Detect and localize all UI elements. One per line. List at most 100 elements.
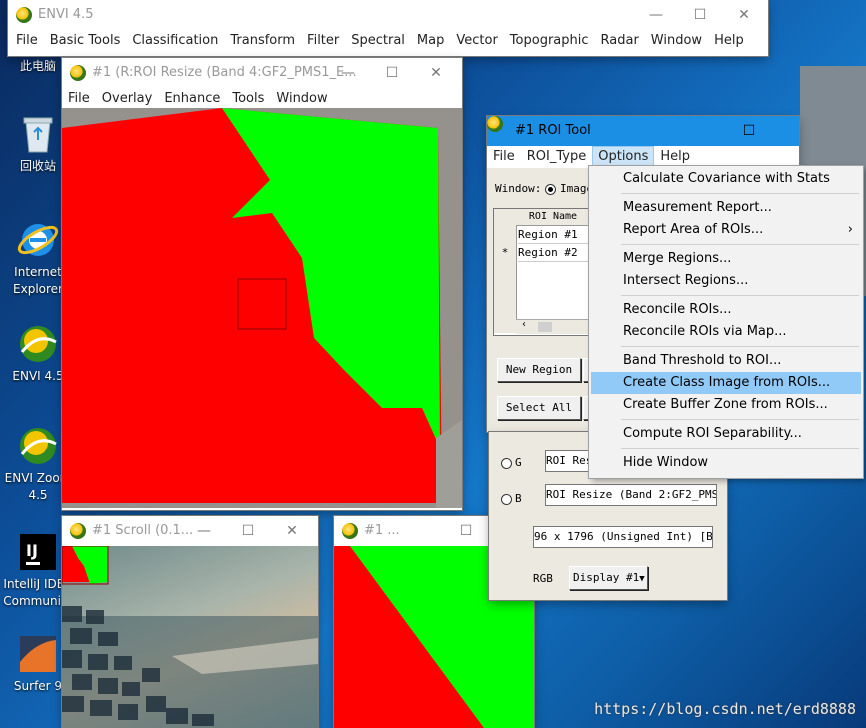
b-label: B xyxy=(515,492,522,505)
intellij-glyph: IJ xyxy=(16,530,60,574)
menu-roi-type[interactable]: ROI_Type xyxy=(521,146,592,168)
options-dropdown-menu: Calculate Covariance with Stats Measurem… xyxy=(589,166,863,478)
roi-table[interactable]: ROI Name Region #1 * Region #2 ‹ xyxy=(493,208,591,336)
roi-overlay xyxy=(62,108,462,508)
maximize-icon[interactable]: ☐ xyxy=(444,518,488,544)
image-window-menubar: File Overlay Enhance Tools Window xyxy=(62,88,462,110)
horizontal-scrollbar[interactable]: ‹ xyxy=(516,319,590,334)
maximize-icon[interactable]: ☐ xyxy=(226,518,270,544)
g-radio[interactable] xyxy=(501,458,512,469)
envi-app-icon xyxy=(70,65,86,81)
display-select[interactable]: Display #1▼ xyxy=(569,566,648,590)
menu-transform[interactable]: Transform xyxy=(224,30,301,52)
menu-map[interactable]: Map xyxy=(411,30,450,52)
scroll-left-icon[interactable]: ‹ xyxy=(522,319,526,330)
recycle-bin-glyph xyxy=(16,112,60,156)
this-pc-label: 此电脑 xyxy=(19,59,56,73)
surfer-glyph xyxy=(16,632,60,676)
menu-item-create-class-image[interactable]: Create Class Image from ROIs... xyxy=(591,372,861,394)
b-band-field[interactable]: ROI Resize (Band 2:GF2_PMS1_ xyxy=(545,484,717,506)
menu-overlay[interactable]: Overlay xyxy=(96,88,159,110)
menu-help[interactable]: Help xyxy=(708,30,750,52)
envi-zoom-glyph xyxy=(16,424,60,468)
menu-filter[interactable]: Filter xyxy=(301,30,345,52)
scroll-window-title: #1 Scroll (0.1... xyxy=(92,523,194,538)
minimize-icon[interactable]: — xyxy=(326,60,370,86)
image-window-titlebar: #1 (R:ROI Resize (Band 4:GF2_PMS1_E... —… xyxy=(62,58,462,88)
minimize-icon[interactable]: — xyxy=(182,518,226,544)
menu-basic-tools[interactable]: Basic Tools xyxy=(44,30,127,52)
menu-file[interactable]: File xyxy=(10,30,44,52)
menu-item-band-threshold[interactable]: Band Threshold to ROI... xyxy=(591,350,861,372)
envi-app-icon xyxy=(70,523,86,539)
menu-item-reconcile-rois[interactable]: Reconcile ROIs... xyxy=(591,299,861,321)
menu-item-hide-window[interactable]: Hide Window xyxy=(591,452,861,474)
b-radio[interactable] xyxy=(501,494,512,505)
minimize-icon[interactable]: — xyxy=(634,2,678,28)
menu-topographic[interactable]: Topographic xyxy=(504,30,595,52)
window-image-radio[interactable] xyxy=(545,184,556,195)
menu-radar[interactable]: Radar xyxy=(595,30,645,52)
menu-vector[interactable]: Vector xyxy=(450,30,503,52)
dropdown-arrow-icon: ▼ xyxy=(639,574,645,584)
close-icon[interactable]: ✕ xyxy=(270,518,314,544)
menu-item-calculate-covariance[interactable]: Calculate Covariance with Stats xyxy=(591,168,861,190)
report-area-label: Report Area of ROIs... xyxy=(623,222,764,237)
maximize-icon[interactable]: ☐ xyxy=(678,2,722,28)
menu-item-create-buffer-zone[interactable]: Create Buffer Zone from ROIs... xyxy=(591,394,861,416)
scroll-image xyxy=(62,546,318,728)
menu-separator xyxy=(621,244,859,245)
envi-main-window: ENVI 4.5 — ☐ ✕ File Basic Tools Classifica… xyxy=(8,0,768,56)
roi-tool-titlebar: #1 ROI Tool ☐ xyxy=(487,116,799,146)
image-display-window: #1 (R:ROI Resize (Band 4:GF2_PMS1_E... —… xyxy=(62,58,462,510)
scroll-window-titlebar: #1 Scroll (0.1... — ☐ ✕ xyxy=(62,516,318,546)
display-select-label: Display #1 xyxy=(573,571,640,584)
menu-item-measurement-report[interactable]: Measurement Report... xyxy=(591,197,861,219)
menu-help[interactable]: Help xyxy=(654,146,696,168)
menu-options[interactable]: Options xyxy=(592,146,655,168)
image-canvas[interactable] xyxy=(62,108,462,508)
roi-row-region-1[interactable]: Region #1 xyxy=(518,226,588,244)
row-marker: * xyxy=(501,246,509,259)
scroll-window: #1 Scroll (0.1... — ☐ ✕ xyxy=(62,516,318,728)
roi-tool-menubar: File ROI_Type Options Help xyxy=(487,146,799,168)
envi-main-menubar: File Basic Tools Classification Transform Fi… xyxy=(8,30,768,52)
envi-main-title: ENVI 4.5 xyxy=(38,7,94,22)
menu-enhance[interactable]: Enhance xyxy=(158,88,226,110)
menu-separator xyxy=(621,295,859,296)
row-marker xyxy=(494,226,516,243)
menu-file[interactable]: File xyxy=(487,146,521,168)
scroll-canvas[interactable] xyxy=(62,546,318,728)
menu-classification[interactable]: Classification xyxy=(126,30,224,52)
recycle-bin-label: 回收站 xyxy=(19,159,56,173)
roi-name-header: ROI Name xyxy=(516,209,590,226)
menu-window[interactable]: Window xyxy=(270,88,333,110)
ie-glyph xyxy=(16,218,60,262)
menu-item-report-area[interactable]: Report Area of ROIs... › xyxy=(591,219,861,241)
menu-file[interactable]: File xyxy=(62,88,96,110)
envi-app-icon xyxy=(487,116,503,132)
envi-app-icon xyxy=(16,7,32,23)
maximize-icon[interactable]: ☐ xyxy=(727,118,771,144)
menu-item-merge-regions[interactable]: Merge Regions... xyxy=(591,248,861,270)
maximize-icon[interactable]: ☐ xyxy=(370,60,414,86)
scroll-thumb[interactable] xyxy=(538,322,552,332)
g-band-field[interactable]: ROI Res xyxy=(545,450,591,472)
menu-separator xyxy=(621,448,859,449)
new-region-button[interactable]: New Region xyxy=(497,358,581,382)
menu-spectral[interactable]: Spectral xyxy=(345,30,411,52)
close-icon[interactable]: ✕ xyxy=(414,60,458,86)
menu-item-compute-separability[interactable]: Compute ROI Separability... xyxy=(591,423,861,445)
roi-row-region-2[interactable]: Region #2 xyxy=(518,244,588,262)
menu-item-reconcile-rois-via-map[interactable]: Reconcile ROIs via Map... xyxy=(591,321,861,343)
menu-tools[interactable]: Tools xyxy=(226,88,270,110)
roi-tool-title: #1 ROI Tool xyxy=(515,123,591,138)
close-icon[interactable]: ✕ xyxy=(722,2,766,28)
dims-field: 96 x 1796 (Unsigned Int) [BI xyxy=(533,526,713,548)
submenu-arrow-icon: › xyxy=(847,222,853,237)
window-label: Window: xyxy=(495,182,542,195)
menu-window[interactable]: Window xyxy=(645,30,708,52)
menu-item-intersect-regions[interactable]: Intersect Regions... xyxy=(591,270,861,292)
g-label: G xyxy=(515,456,522,469)
select-all-button[interactable]: Select All xyxy=(497,396,581,420)
